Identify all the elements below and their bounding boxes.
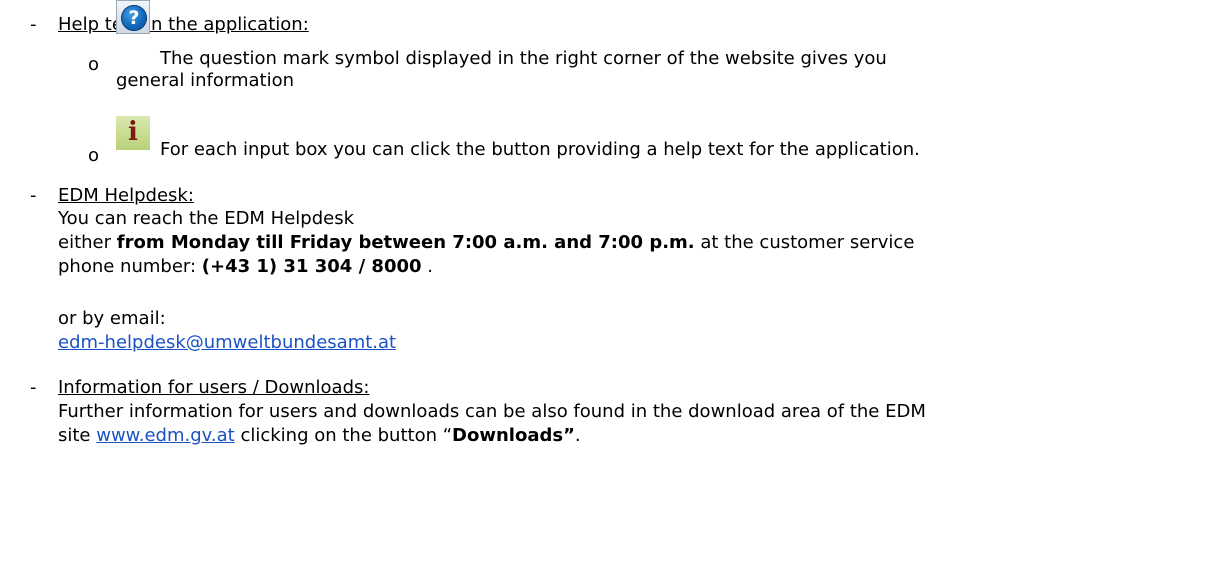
phone-number: (+43 1) 31 304 / 8000	[201, 256, 422, 277]
downloads-line-2-suffix: .	[574, 425, 581, 446]
downloads-heading: Information for users / Downloads:	[58, 377, 370, 398]
downloads-line-1: Further information for users and downlo…	[58, 401, 926, 422]
help-item-1-line-2: general information	[116, 70, 295, 91]
dash-bullet: -	[30, 14, 37, 35]
helpdesk-line-3: phone number: (+43 1) 31 304 / 8000 .	[58, 256, 433, 277]
helpdesk-line-2-prefix: either	[58, 232, 117, 253]
sub-bullet: o	[88, 145, 100, 166]
downloads-line-2-middle: clicking on the button “	[234, 425, 453, 446]
downloads-line-2: site www.edm.gv.at clicking on the butto…	[58, 425, 581, 446]
question-mark-glyph: ?	[128, 7, 140, 29]
info-icon[interactable]: i	[116, 116, 150, 150]
email-intro: or by email:	[58, 308, 166, 329]
dash-bullet: -	[30, 185, 37, 206]
downloads-button-name: Downloads”	[452, 425, 575, 446]
helpdesk-heading: EDM Helpdesk:	[58, 185, 194, 206]
phone-suffix: .	[421, 256, 433, 277]
help-item-1-line-1: The question mark symbol displayed in th…	[160, 48, 887, 69]
helpdesk-line-2: either from Monday till Friday between 7…	[58, 232, 914, 253]
helpdesk-email-link[interactable]: edm-helpdesk@umweltbundesamt.at	[58, 332, 396, 353]
dash-bullet: -	[30, 377, 37, 398]
helpdesk-hours: from Monday till Friday between 7:00 a.m…	[116, 232, 695, 253]
phone-label: phone number:	[58, 256, 202, 277]
edm-site-link[interactable]: www.edm.gv.at	[96, 425, 234, 446]
help-item-2-text: For each input box you can click the but…	[160, 139, 920, 160]
sub-bullet: o	[88, 54, 100, 75]
question-mark-icon[interactable]: ?	[116, 0, 150, 34]
downloads-line-2-prefix: site	[58, 425, 97, 446]
help-text-heading: Help text in the application:	[58, 14, 309, 35]
helpdesk-line-2-suffix: at the customer service	[694, 232, 915, 253]
info-glyph: i	[128, 117, 138, 147]
helpdesk-line-1: You can reach the EDM Helpdesk	[58, 208, 355, 229]
